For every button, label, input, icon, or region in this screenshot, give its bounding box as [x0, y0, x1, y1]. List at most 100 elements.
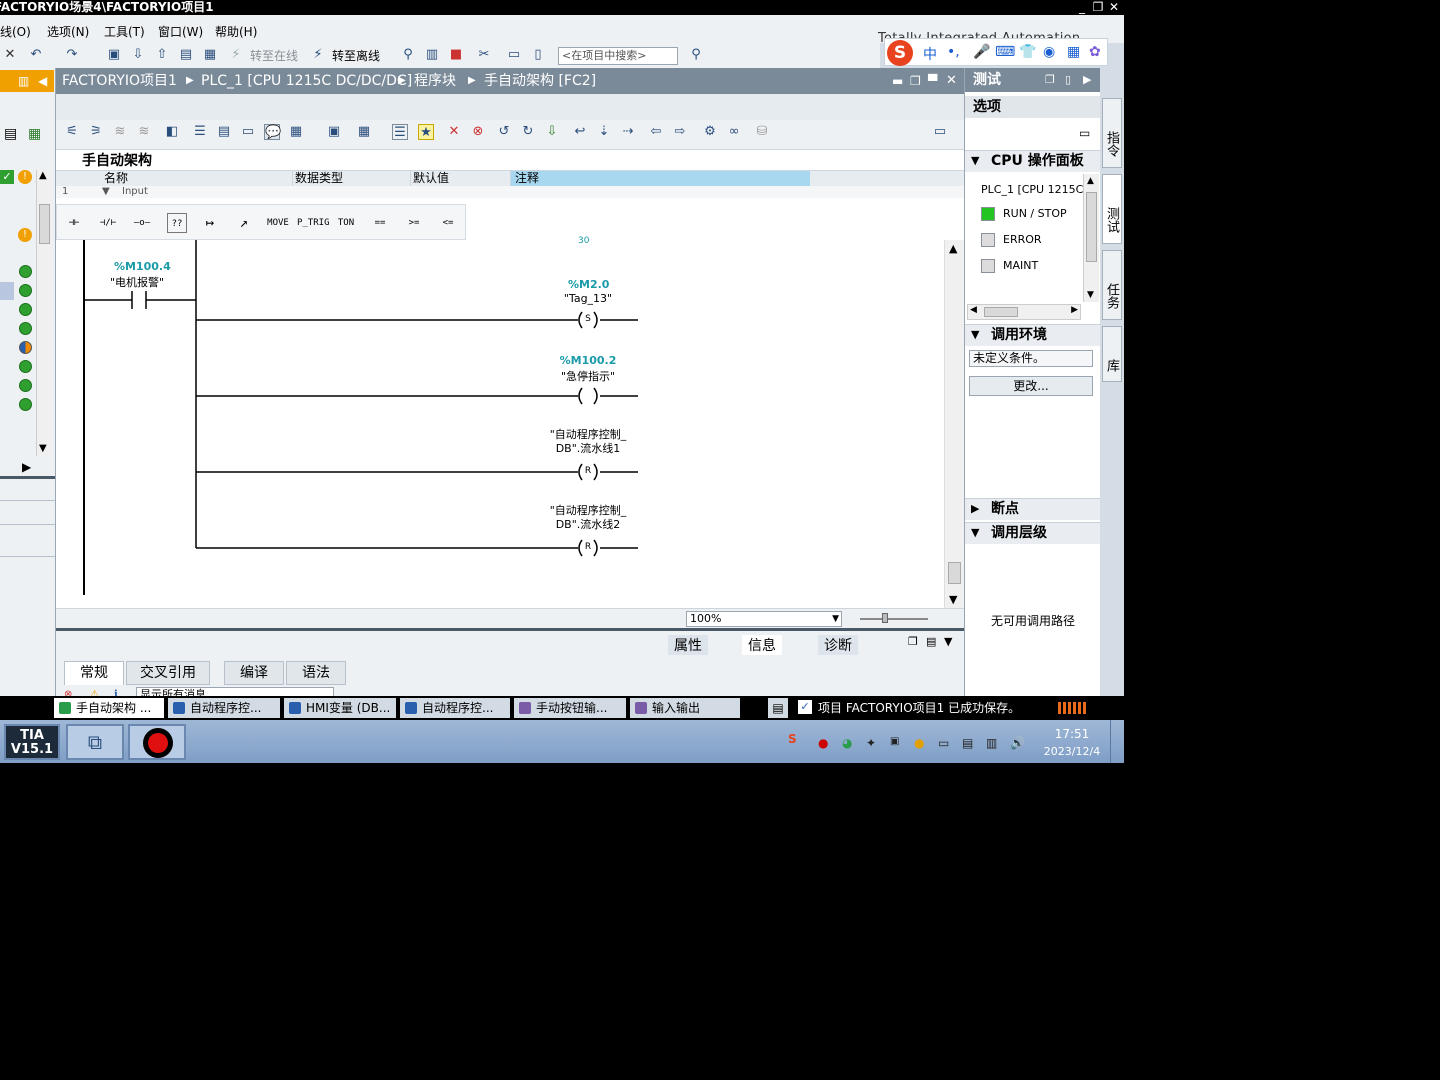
tia-taskbar-button[interactable]: TIA V15.1 [4, 724, 60, 760]
column-default[interactable]: 默认值 [410, 171, 449, 186]
cross-reference-icon[interactable]: ▥ [424, 47, 440, 63]
fav-close-branch[interactable]: ↗ [229, 213, 259, 233]
scroll-down-icon[interactable]: ▼ [949, 593, 957, 606]
compile-icon[interactable]: ▣ [106, 47, 122, 63]
search-icon[interactable]: ⚲ [688, 47, 704, 63]
breadcrumb-block[interactable]: 手自动架构 [FC2] [484, 68, 596, 94]
editor-tab[interactable]: 手动按钮输... [514, 698, 626, 718]
tree-list-icon[interactable]: ▤ [4, 126, 17, 142]
column-name[interactable]: 名称 [104, 171, 128, 186]
show-desktop-button[interactable] [1110, 720, 1124, 763]
favorites-bar-icon[interactable]: ☰ [392, 124, 408, 140]
scroll-thumb[interactable] [39, 204, 50, 244]
maximize-editor-icon[interactable]: ▀ [928, 68, 937, 94]
scroll-right-icon[interactable]: ▶ [1071, 305, 1078, 315]
add-row-icon[interactable]: ≋ [136, 124, 152, 140]
close-networks-icon[interactable]: ▭ [240, 124, 256, 140]
zoom-slider-thumb[interactable] [882, 613, 888, 623]
subtab-cross-reference[interactable]: 交叉引用 [126, 661, 210, 685]
scroll-thumb[interactable] [948, 562, 961, 584]
monitor-icon[interactable]: ▣ [326, 124, 342, 140]
tree-view-icon[interactable]: ▥ [18, 70, 29, 92]
delete-icon[interactable]: ✕ [2, 47, 18, 63]
subtab-compile[interactable]: 编译 [224, 661, 284, 685]
editor-tab[interactable]: HMI变量 (DB... [284, 698, 396, 718]
skin-icon[interactable]: 👕 [1019, 44, 1036, 60]
previous-icon[interactable]: ⇦ [648, 124, 664, 140]
redo-icon[interactable]: ↷ [64, 47, 80, 63]
go-online-icon[interactable]: ⚡ [228, 47, 244, 63]
cpu-panel-hscrollbar[interactable]: ◀ ▶ [967, 304, 1081, 320]
tab-tasks[interactable]: 任务 [1102, 250, 1122, 320]
scroll-down-icon[interactable]: ▼ [39, 443, 47, 454]
grid-icon[interactable]: ▦ [1067, 44, 1080, 60]
ime-punct-toggle[interactable]: •, [947, 44, 960, 60]
ime-lang-toggle[interactable]: 中 [923, 44, 937, 64]
modify-icon[interactable]: ▦ [356, 124, 372, 140]
window-switch-icon[interactable]: ⧉ [66, 724, 124, 760]
minimize-button[interactable]: _ [1074, 0, 1090, 15]
download-icon[interactable]: ⇩ [130, 47, 146, 63]
upload-icon[interactable]: ⇧ [154, 47, 170, 63]
list-sort-icon[interactable]: ⇢ [620, 124, 636, 140]
editor-tab[interactable]: 自动程序控... [400, 698, 510, 718]
network-comments-icon[interactable]: 💬 [264, 124, 281, 140]
close-button[interactable]: ✕ [1106, 0, 1122, 15]
cpu-panel-scrollbar[interactable]: ▲ ▼ [1083, 174, 1099, 302]
remove-breakpoint-icon[interactable]: ✕ [446, 124, 462, 140]
split-vertical-icon[interactable]: ▯ [530, 47, 546, 63]
absolute-operands-icon[interactable]: ◧ [164, 124, 180, 140]
license-tray-icon[interactable]: ▣ [890, 736, 899, 747]
step-icon[interactable]: ↺ [496, 124, 512, 140]
coin-tray-icon[interactable]: ● [914, 736, 924, 750]
scroll-up-icon[interactable]: ▲ [1087, 176, 1094, 186]
microphone-icon[interactable]: 🎤 [973, 44, 990, 60]
breadcrumb-project[interactable]: FACTORYIO项目1 [62, 68, 177, 94]
breadcrumb-program-blocks[interactable]: 程序块 [414, 68, 456, 94]
monitoring-icon[interactable]: ⚙ [702, 124, 718, 140]
maximize-inspector-icon[interactable]: ▤ [926, 635, 936, 648]
clipboard-tray-icon[interactable]: ▤ [962, 736, 973, 750]
fav-p-trig[interactable]: P_TRIG [297, 213, 330, 233]
stop-cpu-icon[interactable]: ■ [448, 47, 464, 63]
float-panel-icon[interactable]: ❐ [1045, 68, 1055, 92]
keyboard-icon[interactable]: ⌨ [995, 44, 1015, 60]
insert-row-icon[interactable]: ≋ [112, 124, 128, 140]
project-search-input[interactable]: <在项目中搜索> [558, 47, 678, 65]
fav-no-contact[interactable]: ⊣⊢ [59, 213, 89, 233]
menu-tools[interactable]: 工具(T) [104, 23, 145, 40]
menu-options[interactable]: 选项(N) [47, 23, 89, 40]
tab-libraries[interactable]: 库 [1102, 326, 1122, 382]
interface-row[interactable]: 1 ▼ Input [56, 186, 964, 198]
scroll-down-icon[interactable]: ▼ [1087, 290, 1094, 300]
download-block-icon[interactable]: ⇩ [544, 124, 560, 140]
network-tray-icon[interactable]: ▥ [986, 736, 997, 750]
networks-overview-icon[interactable]: ☰ [192, 124, 208, 140]
call-hierarchy-section[interactable]: ▼ 调用层级 [965, 522, 1101, 544]
breadcrumb-plc[interactable]: PLC_1 [CPU 1215C DC/DC/DC] [201, 68, 412, 94]
go-online-button[interactable]: 转至在线 [250, 47, 298, 64]
game-icon[interactable]: ◉ [1043, 44, 1055, 60]
collapse-panel-icon[interactable]: ▶ [1083, 68, 1091, 92]
volume-tray-icon[interactable]: 🔊 [1010, 736, 1025, 750]
accessible-devices-icon[interactable]: ⚲ [400, 47, 416, 63]
step-over-icon[interactable]: ↻ [520, 124, 536, 140]
scroll-thumb[interactable] [1086, 192, 1097, 262]
menu-online[interactable]: 线(O) [0, 23, 31, 40]
close-editor-icon[interactable]: ✕ [946, 68, 957, 94]
float-inspector-icon[interactable]: ❐ [908, 635, 918, 648]
editor-tab[interactable]: 手自动架构 ... [54, 698, 164, 718]
options-layout-icon[interactable]: ▭ [1079, 126, 1090, 140]
call-env-section[interactable]: ▼ 调用环境 [965, 324, 1101, 346]
go-offline-button[interactable]: 转至离线 [332, 47, 380, 64]
column-data-type[interactable]: 数据类型 [292, 171, 343, 186]
subtab-syntax[interactable]: 语法 [286, 661, 346, 685]
tool-tray-icon[interactable]: ✦ [866, 736, 876, 750]
tree-scrollbar[interactable]: ▲ ▼ [36, 170, 52, 456]
sogou-tray-icon[interactable]: S [788, 732, 797, 746]
wechat-tray-icon[interactable]: ◕ [842, 736, 852, 750]
menu-window[interactable]: 窗口(W) [158, 23, 203, 40]
fav-nc-contact[interactable]: ⊣/⊢ [93, 213, 123, 233]
cpu-panel-section[interactable]: ▼ CPU 操作面板 [965, 150, 1101, 172]
scroll-up-icon[interactable]: ▲ [39, 170, 47, 181]
